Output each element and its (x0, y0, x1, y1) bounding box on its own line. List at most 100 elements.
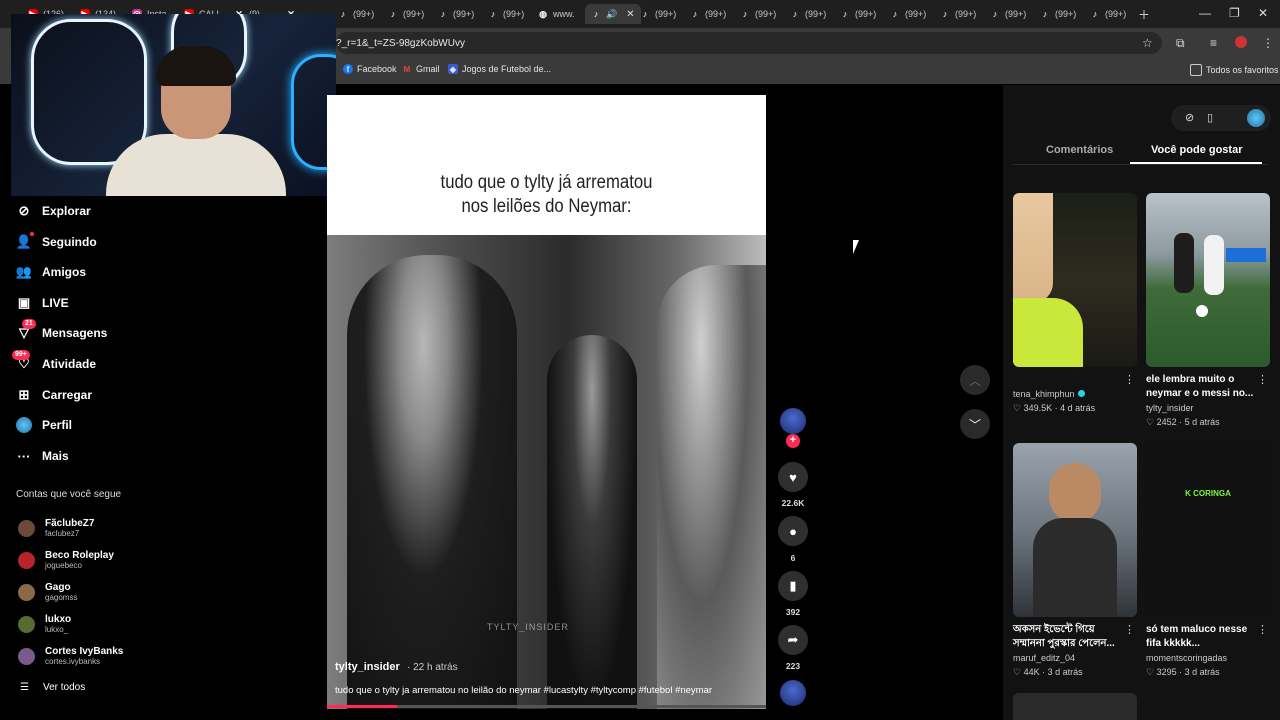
browser-tab[interactable]: ♪ (99+) (388, 4, 425, 24)
bookmark-gmail[interactable]: M Gmail (402, 64, 440, 74)
card-author[interactable]: tylty_insider (1146, 403, 1270, 413)
comment-button[interactable]: ● (778, 516, 808, 546)
tiktok-icon: ♪ (593, 9, 599, 19)
video-progress-bar[interactable] (327, 705, 766, 708)
close-tab-icon[interactable]: ✕ (626, 9, 634, 20)
browser-tab[interactable]: ◍ www. (538, 4, 574, 24)
card-title[interactable]: ele lembra muito o neymar e o messi no..… (1146, 373, 1256, 401)
followed-account[interactable]: Gago gagomss (18, 582, 77, 602)
profile-icon (16, 417, 32, 433)
address-bar[interactable]: ?_r=1&_t=ZS-98gzKobWUvy (336, 32, 1162, 54)
suggested-video-card-partial[interactable] (1013, 693, 1137, 720)
neon-light (31, 19, 147, 165)
suggested-video-card[interactable]: K CORINGA ⋮ só tem maluco nesse fifa kkk… (1146, 443, 1270, 678)
mouse-cursor (853, 240, 859, 254)
avatar (18, 583, 35, 601)
thumbnail-shirt (1013, 298, 1083, 367)
tab-comentarios[interactable]: Comentários (1046, 144, 1113, 156)
restore-icon[interactable]: ❐ (1229, 6, 1240, 20)
share-button[interactable]: ➦ (778, 625, 808, 655)
followed-account[interactable]: Beco Roleplay joguebeco (18, 550, 114, 570)
browser-tab[interactable]: ♪ (99+) (640, 4, 677, 24)
tiktok-icon: ♪ (642, 9, 648, 19)
bookmark-games[interactable]: ◆ Jogos de Futebol de... (448, 64, 551, 74)
tab-voce-pode-gostar[interactable]: Você pode gostar (1151, 144, 1242, 156)
close-window-icon[interactable]: ✕ (1258, 6, 1268, 20)
tiktok-icon: ♪ (440, 9, 446, 19)
nav-mais[interactable]: ··· Mais (16, 448, 69, 464)
bookmark-star-icon[interactable]: ☆ (1142, 36, 1153, 50)
like-button[interactable]: ♥ (778, 462, 808, 492)
video-thumbnail[interactable] (1146, 193, 1270, 367)
see-all-link[interactable]: ☰ Ver todos (20, 682, 85, 693)
minimize-icon[interactable]: — (1199, 6, 1211, 20)
browser-tab-active[interactable]: ♪ 🔊 ✕ (585, 4, 641, 24)
browser-tab[interactable]: ♪ (99+) (740, 4, 777, 24)
suggested-video-card[interactable]: ⋮ ele lembra muito o neymar e o messi no… (1146, 193, 1270, 428)
more-options-icon[interactable]: ⋮ (1124, 623, 1135, 636)
video-player[interactable]: tudo que o tylty já arrematou nos leilõe… (327, 95, 766, 709)
browser-tab[interactable]: ♪ (99+) (1040, 4, 1077, 24)
suggested-video-card[interactable]: ⋮ অকসন ইভেন্টে গিয়ে সম্মাননা পুরস্কার প… (1013, 443, 1137, 678)
followed-account[interactable]: lukxo lukxo_ (18, 614, 71, 634)
nav-mensagens[interactable]: ▽ 21 Mensagens (16, 319, 107, 341)
browser-tab[interactable]: ♪ (99+) (790, 4, 827, 24)
video-author[interactable]: tylty_insider (335, 661, 400, 673)
more-options-icon[interactable]: ⋮ (1257, 373, 1268, 386)
card-author[interactable]: momentscoringadas (1146, 653, 1270, 663)
nav-amigos[interactable]: 👥 Amigos (16, 264, 86, 280)
bookmark-facebook[interactable]: f Facebook (343, 64, 397, 74)
more-options-icon[interactable]: ⋮ (1124, 373, 1135, 386)
video-thumbnail[interactable]: K CORINGA (1146, 443, 1270, 617)
followed-account[interactable]: Cortes IvyBanks cortes.ivybanks (18, 646, 123, 666)
followed-account[interactable]: FãclubeZ7 faclubez7 (18, 518, 94, 538)
nav-live[interactable]: ▣ LIVE (16, 295, 69, 311)
browser-tab[interactable]: ♪ (99+) (338, 4, 375, 24)
browser-tab[interactable]: ♪ (99+) (990, 4, 1027, 24)
tiktok-icon: ♪ (742, 9, 748, 19)
card-title[interactable]: só tem maluco nesse fifa kkkkk... (1146, 623, 1256, 651)
compass-icon[interactable]: ⊘ (1185, 111, 1194, 124)
user-avatar[interactable] (1247, 109, 1265, 127)
save-button[interactable]: ▮ (778, 571, 808, 601)
video-thumbnail[interactable] (1013, 443, 1137, 617)
mobile-icon[interactable]: ▯ (1207, 111, 1213, 124)
tiktok-icon: ♪ (1042, 9, 1048, 19)
extensions-icon[interactable]: ⧉ (1176, 36, 1185, 51)
new-tab-icon[interactable]: ＋ (1138, 6, 1150, 23)
card-author[interactable]: tena_khimphun (1013, 389, 1137, 399)
browser-tab[interactable]: ♪ (99+) (1090, 4, 1127, 24)
more-options-icon[interactable]: ⋮ (1257, 623, 1268, 636)
next-video-button[interactable]: ﹀ (960, 409, 990, 439)
all-bookmarks[interactable]: Todos os favoritos (1190, 64, 1279, 76)
nav-explorar[interactable]: ⊘ Explorar (16, 203, 91, 219)
tiktok-icon: ♪ (490, 9, 496, 19)
browser-tab[interactable]: ♪ (99+) (940, 4, 977, 24)
browser-tab[interactable]: ♪ (99+) (488, 4, 525, 24)
video-overlay-caption: tudo que o tylty já arrematou nos leilõe… (440, 172, 653, 217)
browser-menu-icon[interactable]: ⋮ (1262, 36, 1274, 50)
next-author-avatar[interactable] (780, 680, 806, 706)
suggested-video-card[interactable]: tena_khimphun ⋮ ♡ 349.5K · 4 d atrás (1013, 193, 1137, 414)
nav-atividade[interactable]: ♡ 99+ Atividade (12, 350, 96, 372)
media-control-icon[interactable]: ≡ (1210, 36, 1217, 50)
nav-seguindo[interactable]: 👤 Seguindo (16, 232, 97, 250)
video-thumbnail[interactable] (1013, 193, 1137, 367)
browser-tab[interactable]: ♪ (99+) (690, 4, 727, 24)
profile-avatar-icon[interactable] (1235, 36, 1247, 48)
video-progress-fill (327, 705, 398, 708)
browser-tab[interactable]: ♪ (99+) (890, 4, 927, 24)
nav-perfil[interactable]: Perfil (16, 417, 72, 433)
card-author[interactable]: maruf_editz_04 (1013, 653, 1137, 663)
previous-video-button[interactable]: ︿ (960, 365, 990, 395)
author-avatar[interactable] (780, 408, 806, 434)
follow-plus-icon[interactable]: + (786, 434, 800, 448)
browser-tab[interactable]: ♪ (99+) (840, 4, 877, 24)
thumbnail-face (1049, 463, 1101, 523)
messages-badge: 21 (22, 319, 36, 329)
browser-tab[interactable]: ♪ (99+) (438, 4, 475, 24)
nav-carregar[interactable]: ⊞ Carregar (16, 387, 92, 403)
comment-icon: ● (789, 523, 797, 539)
thumbnail-player (1174, 233, 1194, 293)
card-title[interactable]: অকসন ইভেন্টে গিয়ে সম্মাননা পুরস্কার পেল… (1013, 623, 1123, 651)
